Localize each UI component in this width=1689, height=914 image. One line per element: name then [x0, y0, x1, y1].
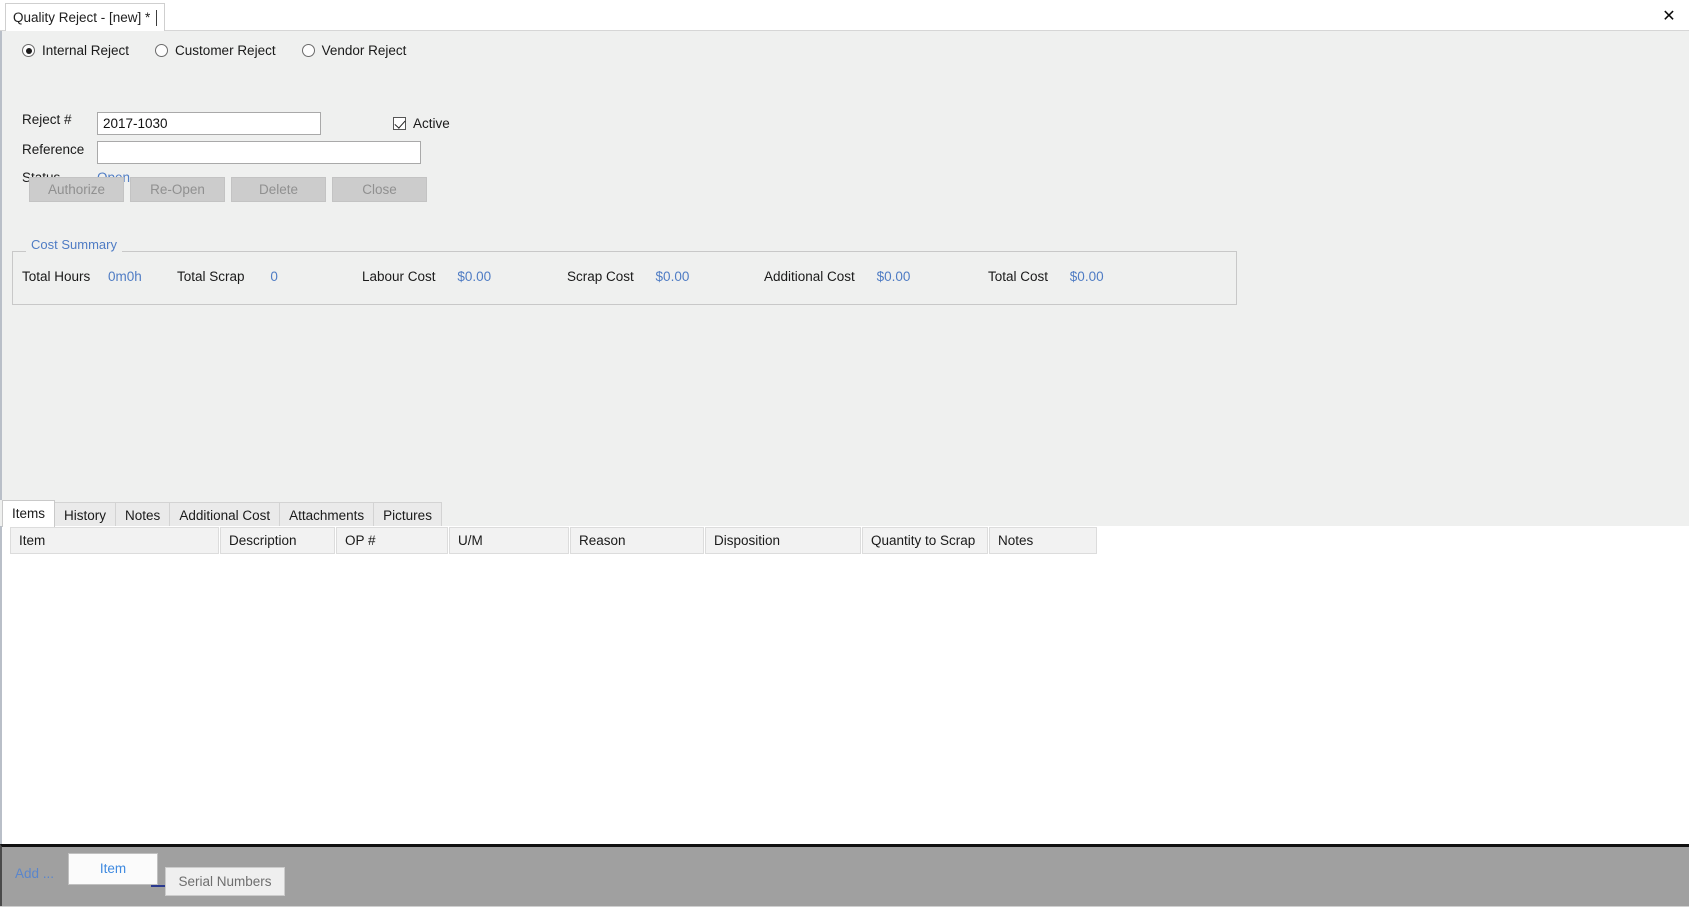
cost-total-scrap-label: Total Scrap — [177, 269, 245, 284]
quality-reject-window: Quality Reject - [new] * ✕ Internal Reje… — [0, 0, 1689, 914]
cost-additional-value: $0.00 — [876, 269, 911, 284]
tab-notes[interactable]: Notes — [115, 502, 171, 527]
radio-customer-reject[interactable]: Customer Reject — [155, 43, 276, 58]
cost-total-scrap-value: 0 — [270, 269, 278, 284]
grid-column-disposition[interactable]: Disposition — [705, 527, 861, 554]
document-tab[interactable]: Quality Reject - [new] * — [5, 3, 166, 31]
cost-labour-value: $0.00 — [457, 269, 492, 284]
items-grid-header: Item Description OP # U/M Reason Disposi… — [10, 527, 1098, 554]
radio-internal-reject-label: Internal Reject — [42, 43, 130, 58]
document-tab-label: Quality Reject - [new] * — [13, 10, 151, 25]
cost-total-hours-value: 0m0h — [108, 269, 142, 284]
active-checkbox-label: Active — [413, 116, 450, 131]
radio-vendor-reject[interactable]: Vendor Reject — [301, 43, 407, 58]
title-bar: Quality Reject - [new] * ✕ — [0, 0, 1689, 31]
delete-button[interactable]: Delete — [231, 177, 326, 202]
cost-total-scrap: Total Scrap 0 — [177, 269, 278, 284]
tab-history[interactable]: History — [54, 502, 117, 527]
reopen-button[interactable]: Re-Open — [130, 177, 225, 202]
cost-summary-legend: Cost Summary — [26, 237, 122, 252]
cost-scrap-value: $0.00 — [655, 269, 690, 284]
cost-total-hours: Total Hours 0m0h — [22, 269, 142, 284]
add-link[interactable]: Add ... — [15, 866, 54, 881]
upper-form-panel: Internal Reject Customer Reject Vendor R… — [0, 31, 1689, 533]
radio-vendor-reject-label: Vendor Reject — [321, 43, 407, 58]
grid-column-item[interactable]: Item — [10, 527, 219, 554]
radio-customer-reject-label: Customer Reject — [175, 43, 276, 58]
bottom-action-bar: Add ... Item Serial Numbers — [0, 844, 1689, 906]
text-caret — [156, 9, 158, 26]
close-button[interactable]: Close — [332, 177, 427, 202]
cost-additional: Additional Cost $0.00 — [764, 269, 910, 284]
cost-total-hours-label: Total Hours — [22, 269, 91, 284]
checkbox-check-icon — [393, 117, 406, 130]
cost-total-label: Total Cost — [988, 269, 1049, 284]
grid-column-quantity-to-scrap[interactable]: Quantity to Scrap — [862, 527, 988, 554]
cost-labour-label: Labour Cost — [362, 269, 436, 284]
items-grid: Item Description OP # U/M Reason Disposi… — [0, 526, 1689, 844]
authorize-button[interactable]: Authorize — [29, 177, 124, 202]
radio-internal-reject-icon — [22, 44, 35, 57]
reject-number-input[interactable] — [97, 112, 321, 135]
grid-column-description[interactable]: Description — [220, 527, 335, 554]
radio-customer-reject-icon — [155, 44, 169, 57]
cost-additional-label: Additional Cost — [764, 269, 855, 284]
radio-vendor-reject-icon — [301, 44, 315, 57]
cost-scrap-label: Scrap Cost — [567, 269, 634, 284]
detail-tab-strip: Items History Notes Additional Cost Atta… — [0, 500, 1689, 527]
tab-items[interactable]: Items — [2, 500, 56, 527]
add-serial-numbers-button[interactable]: Serial Numbers — [165, 867, 285, 896]
radio-internal-reject[interactable]: Internal Reject — [22, 43, 129, 58]
cost-labour: Labour Cost $0.00 — [362, 269, 491, 284]
reject-number-label: Reject # — [22, 112, 72, 127]
window-bottom-edge — [0, 906, 1689, 914]
tab-additional-cost[interactable]: Additional Cost — [169, 502, 281, 527]
action-button-row: Authorize Re-Open Delete Close — [29, 177, 427, 202]
active-checkbox[interactable]: Active — [393, 116, 450, 131]
close-icon[interactable]: ✕ — [1657, 3, 1681, 27]
grid-column-op-number[interactable]: OP # — [336, 527, 448, 554]
cost-scrap: Scrap Cost $0.00 — [567, 269, 689, 284]
cost-total-value: $0.00 — [1069, 269, 1104, 284]
grid-column-reason[interactable]: Reason — [570, 527, 704, 554]
cost-total: Total Cost $0.00 — [988, 269, 1104, 284]
reference-label: Reference — [22, 142, 85, 157]
tab-pictures[interactable]: Pictures — [373, 502, 442, 527]
add-item-button[interactable]: Item — [68, 853, 158, 885]
reject-type-radio-group: Internal Reject Customer Reject Vendor R… — [22, 43, 406, 58]
grid-column-um[interactable]: U/M — [449, 527, 569, 554]
reference-input[interactable] — [97, 141, 421, 164]
grid-column-notes[interactable]: Notes — [989, 527, 1097, 554]
tab-attachments[interactable]: Attachments — [279, 502, 375, 527]
